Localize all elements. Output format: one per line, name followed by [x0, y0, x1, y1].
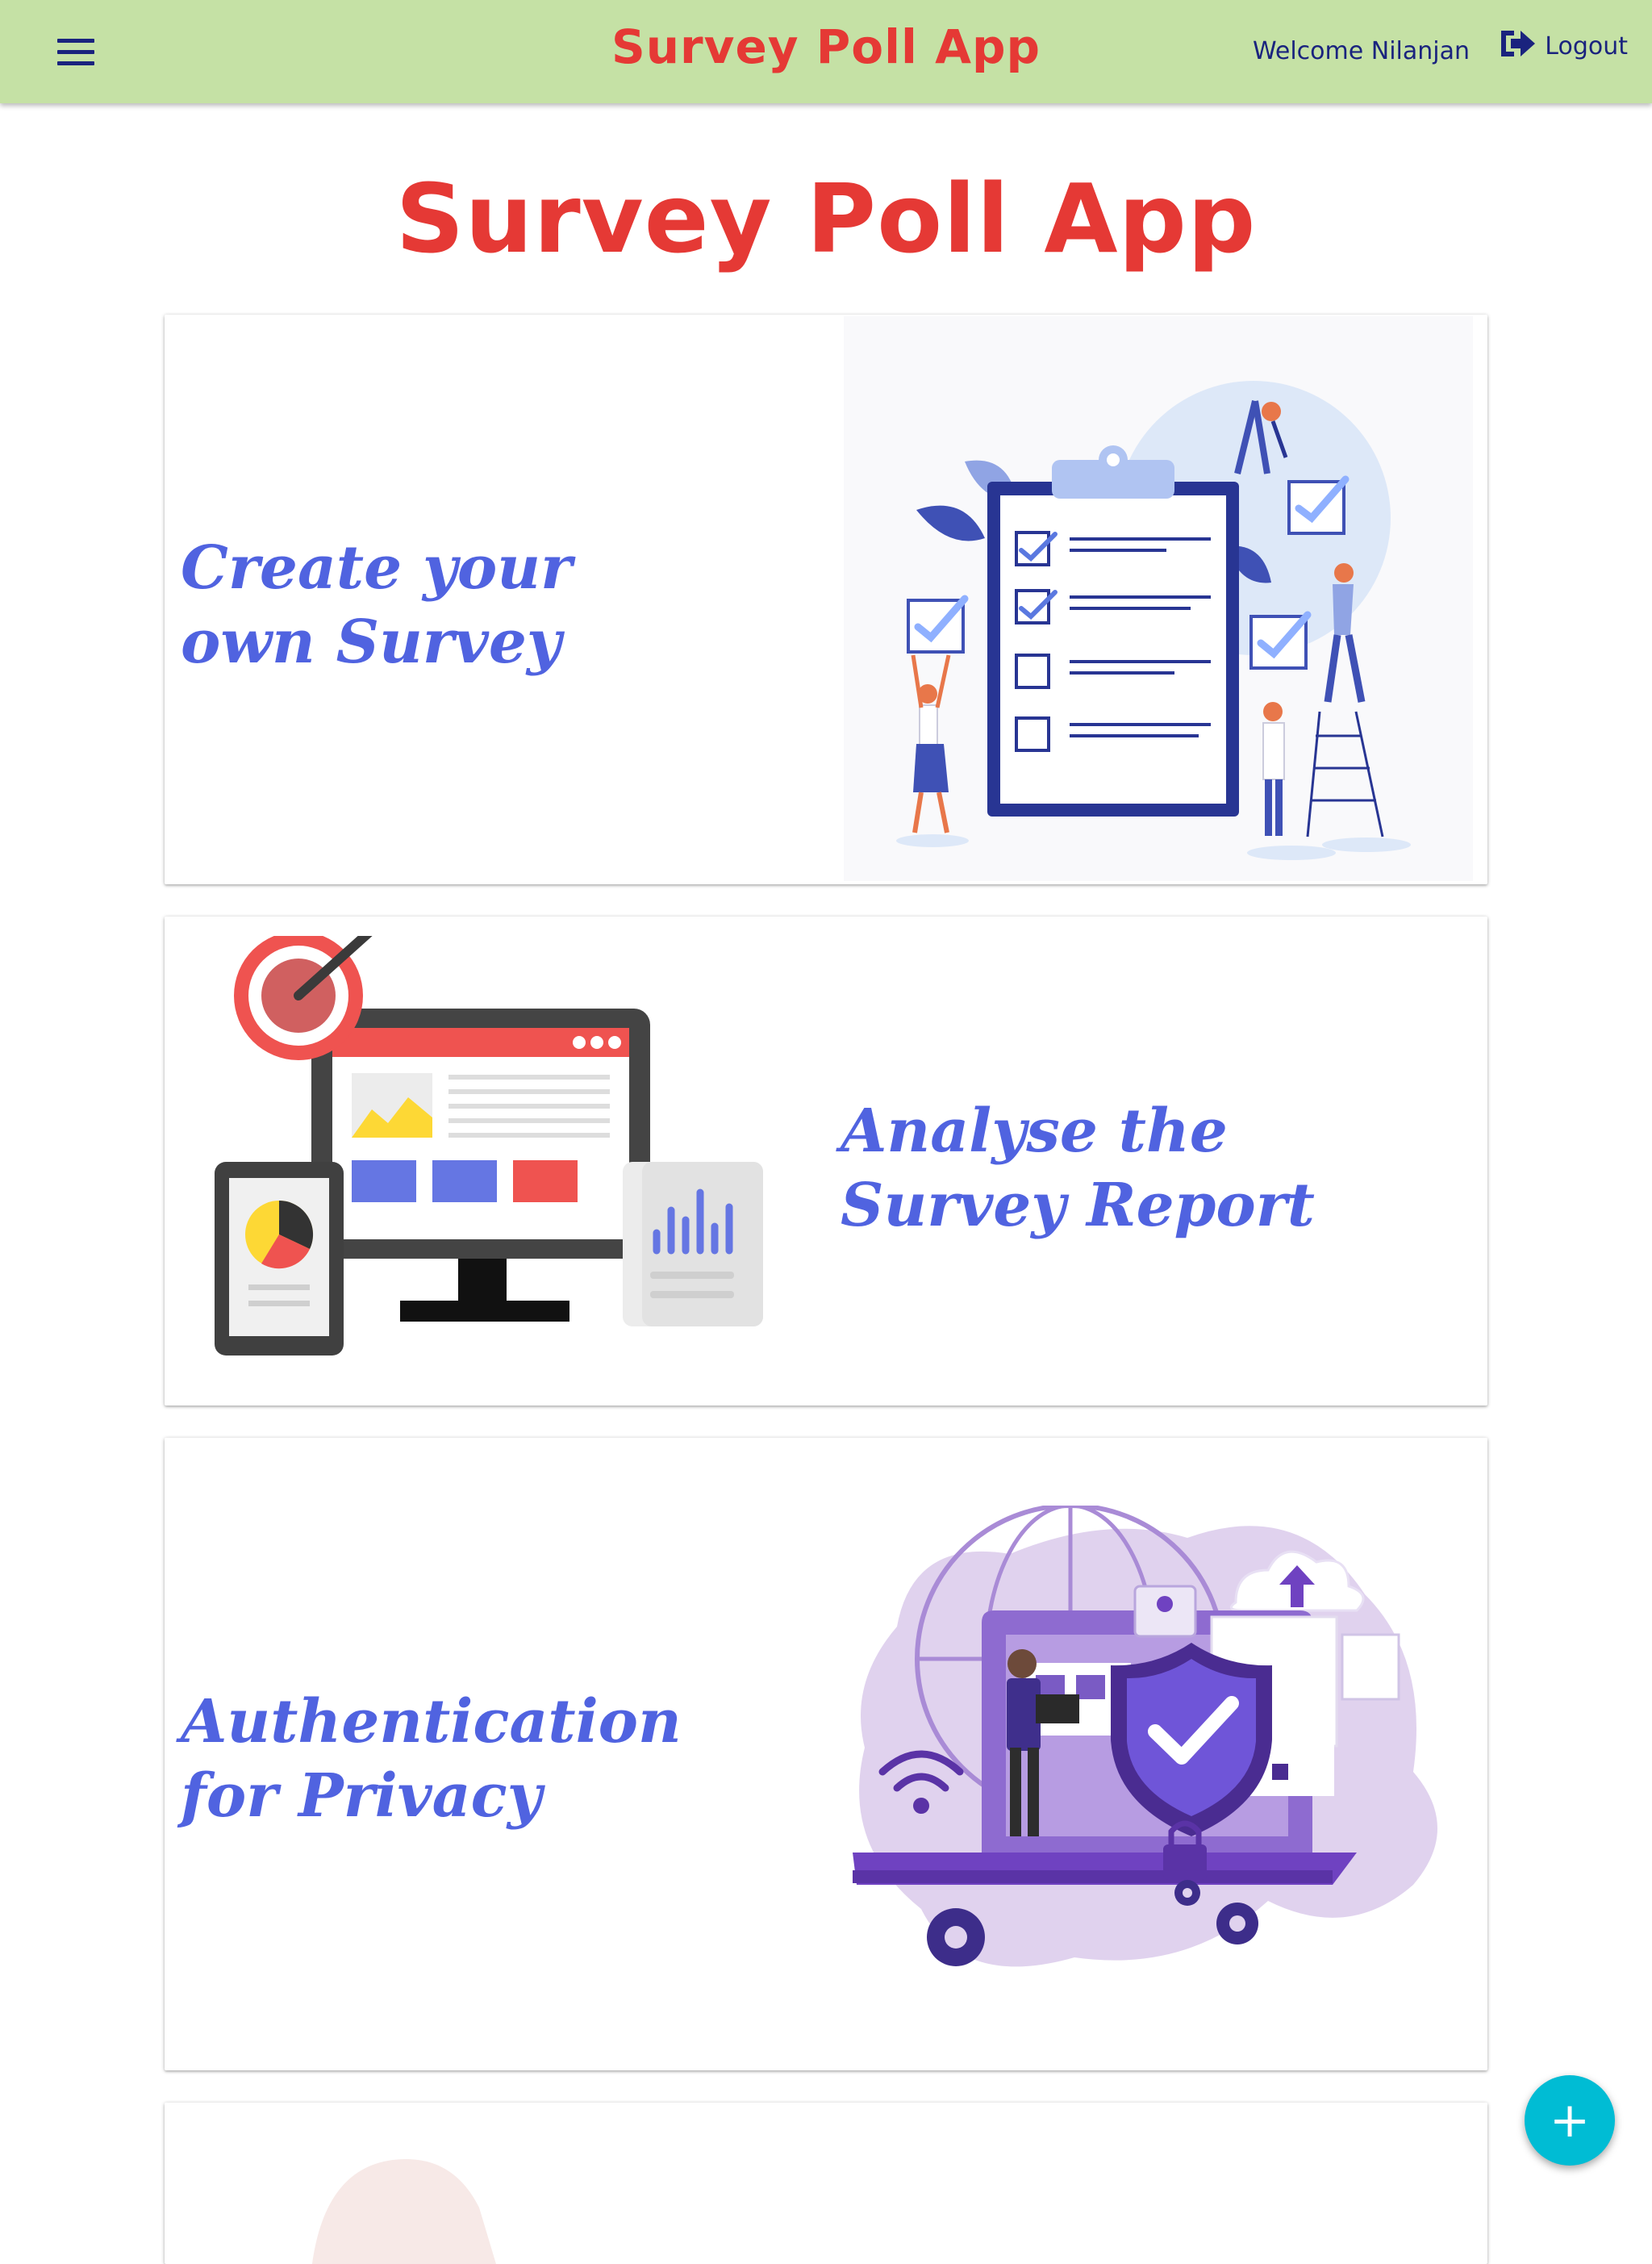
feature-card-create-survey[interactable]: Create your own Survey	[165, 315, 1487, 884]
feature-card-analyse-report[interactable]: Analyse the Survey Report	[165, 917, 1487, 1406]
logout-label: Logout	[1545, 32, 1628, 61]
logout-button[interactable]: Logout	[1498, 30, 1628, 61]
dashboard-analytics-illustration	[215, 936, 763, 1355]
feature-title: Authentication for Privacy	[181, 1687, 682, 1831]
feature-title: Analyse the Survey Report	[841, 1096, 1315, 1240]
hamburger-menu-icon	[57, 39, 94, 65]
sign-out-icon	[1501, 30, 1536, 56]
partial-illustration	[312, 2159, 496, 2264]
welcome-text: Welcome Nilanjan	[1252, 37, 1470, 65]
feature-card-authentication[interactable]: Authentication for Privacy	[165, 1438, 1487, 2070]
feature-card-partial[interactable]	[165, 2103, 1487, 2264]
add-survey-fab[interactable]: +	[1525, 2075, 1615, 2166]
security-shield-illustration	[853, 1506, 1437, 1967]
menu-button[interactable]	[48, 27, 105, 76]
add-icon: +	[1549, 2092, 1591, 2149]
app-bar: Survey Poll App Welcome Nilanjan Logout	[0, 0, 1652, 103]
clipboard-checklist-illustration	[844, 316, 1473, 881]
page-title: Survey Poll App	[395, 163, 1257, 274]
feature-title: Create your own Survey	[181, 533, 573, 677]
